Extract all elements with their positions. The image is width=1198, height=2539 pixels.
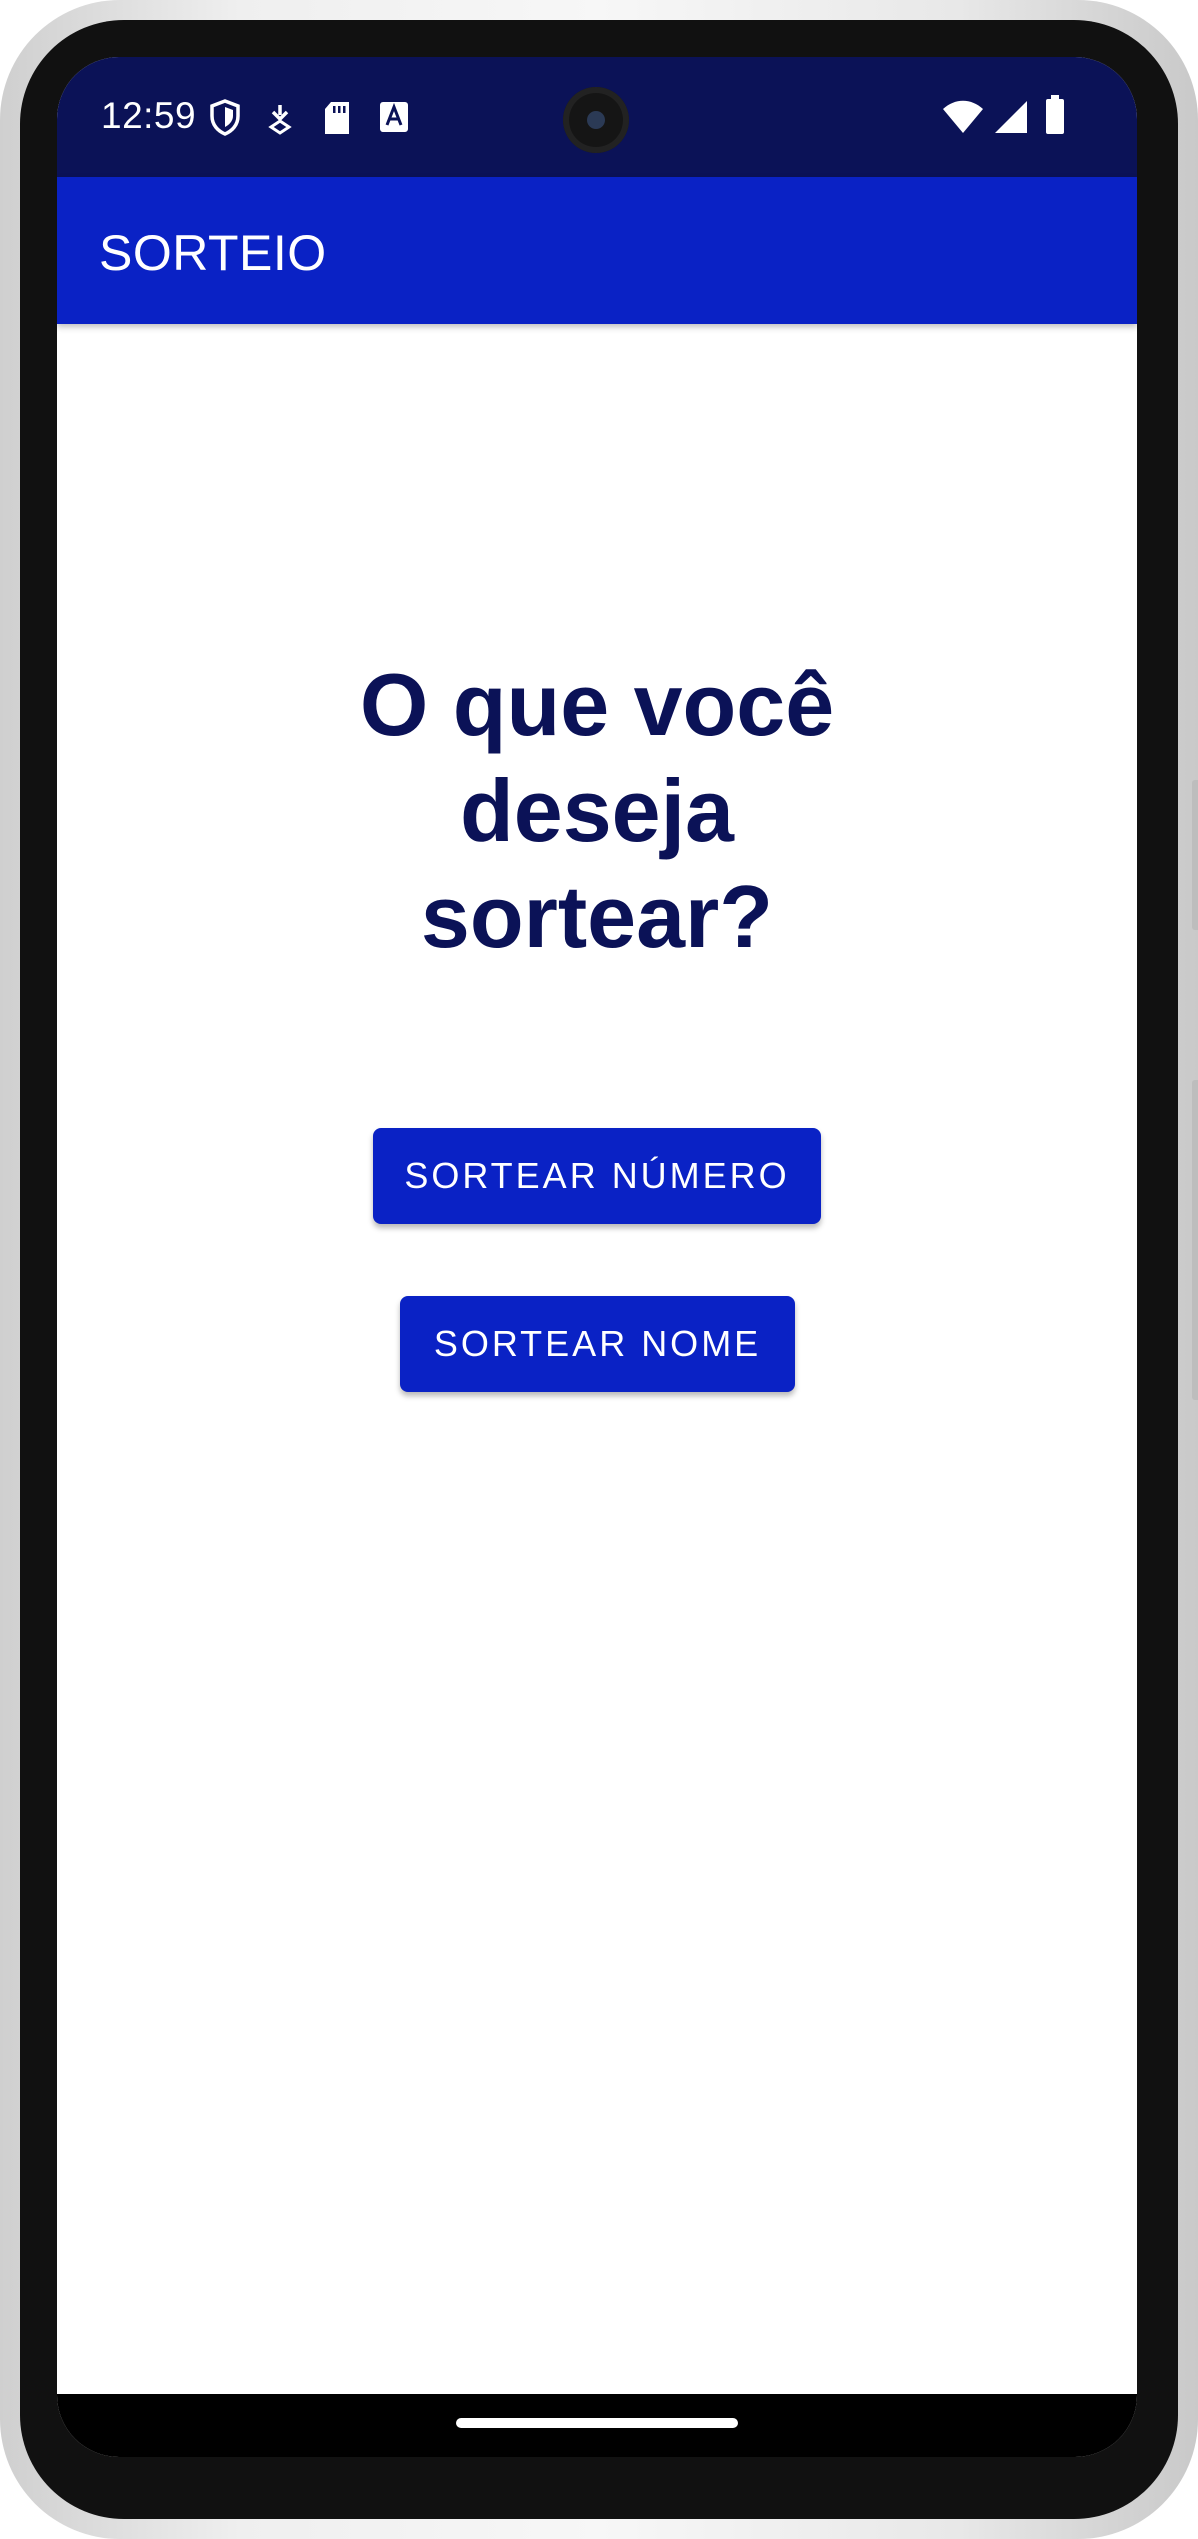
sortear-numero-button[interactable]: SORTEAR NÚMERO: [373, 1128, 821, 1224]
sortear-nome-button[interactable]: SORTEAR NOME: [400, 1296, 795, 1392]
status-time: 12:59: [101, 95, 197, 136]
download-icon: [268, 105, 292, 135]
device-frame: 12:59 SORTEIO O que você deseja sortear?…: [0, 0, 1198, 2539]
battery-icon: [1046, 95, 1064, 134]
keyboard-icon: [380, 102, 408, 132]
navigation-bar: [57, 2394, 1137, 2457]
volume-button: [1192, 1080, 1198, 1400]
wifi-icon: [943, 100, 983, 133]
phone-screen: 12:59 SORTEIO O que você deseja sortear?…: [57, 57, 1137, 2457]
page-heading: O que você deseja sortear?: [359, 655, 835, 966]
signal-icon: [995, 101, 1027, 133]
app-title: SORTEIO: [99, 225, 327, 281]
home-gesture-handle[interactable]: [456, 2418, 738, 2428]
front-camera: [563, 87, 629, 153]
status-bar: 12:59: [57, 57, 1137, 177]
shield-icon: [210, 99, 240, 136]
app-bar: SORTEIO: [57, 177, 1137, 324]
sd-card-icon: [325, 102, 349, 134]
power-button: [1192, 780, 1198, 930]
